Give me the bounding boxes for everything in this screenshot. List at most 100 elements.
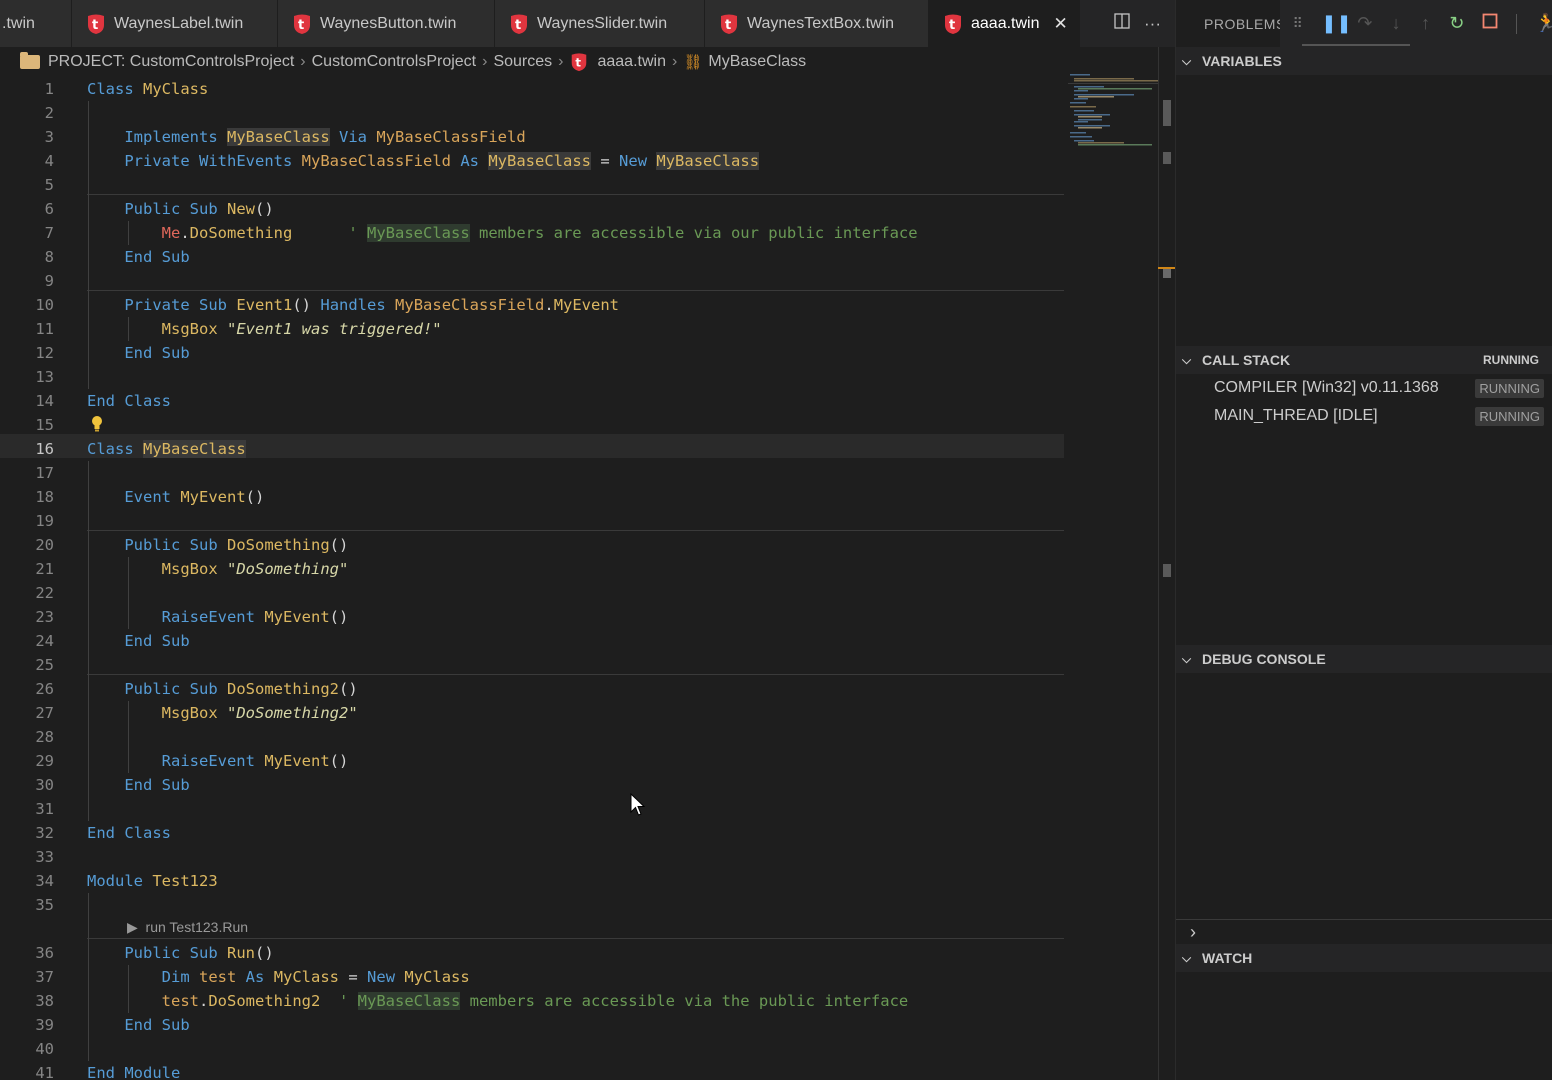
- breadcrumb-folder[interactable]: CustomControlsProject: [312, 53, 477, 71]
- watch-header[interactable]: ⌵ WATCH: [1176, 944, 1552, 972]
- restart-icon[interactable]: ↻: [1449, 13, 1464, 34]
- code-line: 26 Public Sub DoSomething2(): [35, 680, 358, 698]
- editor-tabs: .twin t WaynesLabel.twin t WaynesButton.…: [0, 0, 1175, 47]
- tab-waynesbutton[interactable]: t WaynesButton.twin: [278, 0, 495, 47]
- debug-side-panel: PROBLEMS ⠿ ❚❚ ↷ ↓ ↑ ↻ 🏃 ⌵ VARIABLES ⌵ CA…: [1175, 0, 1552, 1080]
- code-line: 16 Class MyBaseClass: [35, 440, 246, 458]
- breadcrumb-sources[interactable]: Sources: [493, 53, 552, 71]
- chevron-down-icon: ⌵: [1182, 53, 1192, 68]
- breadcrumb-project[interactable]: PROJECT: CustomControlsProject: [48, 53, 294, 71]
- watch-label: WATCH: [1202, 950, 1253, 966]
- twin-file-icon: t: [569, 52, 589, 72]
- mouse-pointer-icon: [630, 793, 646, 816]
- run-person-icon[interactable]: 🏃: [1535, 13, 1552, 34]
- code-line: 40: [35, 1040, 54, 1058]
- code-line: 20 Public Sub DoSomething(): [35, 536, 349, 554]
- scrollbar-cursor-marker: [1158, 267, 1175, 269]
- stop-icon[interactable]: [1482, 13, 1498, 34]
- twin-file-icon: t: [719, 13, 739, 35]
- step-into-icon[interactable]: ↓: [1390, 13, 1401, 34]
- split-editor-icon[interactable]: [1114, 13, 1130, 34]
- code-line: 7 Me.DoSomething ' MyBaseClass members a…: [44, 224, 918, 242]
- code-line: 32 End Class: [35, 824, 172, 842]
- tab-waynestextbox[interactable]: t WaynesTextBox.twin: [705, 0, 929, 47]
- toolbar-divider: [1516, 13, 1517, 34]
- tab-label: WaynesLabel.twin: [114, 14, 244, 32]
- code-line: 22: [35, 584, 54, 602]
- call-stack-item[interactable]: MAIN_THREAD [IDLE] RUNNING: [1214, 402, 1544, 430]
- status-badge: RUNNING: [1475, 378, 1544, 398]
- code-line: 29 RaiseEvent MyEvent(): [35, 752, 349, 770]
- code-line: 39 End Sub: [35, 1016, 190, 1034]
- code-line: 14 End Class: [35, 392, 172, 410]
- scrollbar-marker: [1163, 152, 1171, 164]
- code-line: 12 End Sub: [35, 344, 190, 362]
- tab-label: WaynesTextBox.twin: [747, 14, 895, 32]
- code-line: 6 Public Sub New(): [44, 200, 274, 218]
- call-stack-item-name: MAIN_THREAD [IDLE]: [1214, 407, 1378, 424]
- scrollbar-thumb[interactable]: [1163, 100, 1171, 126]
- step-out-icon[interactable]: ↑: [1420, 13, 1431, 34]
- step-over-icon[interactable]: ↷: [1357, 13, 1372, 34]
- chevron-down-icon: ⌵: [1182, 950, 1192, 965]
- tab-aaaa[interactable]: t aaaa.twin ✕: [929, 0, 1080, 47]
- call-stack-item[interactable]: COMPILER [Win32] v0.11.1368 RUNNING: [1214, 374, 1544, 402]
- tab-waynesslider[interactable]: t WaynesSlider.twin: [495, 0, 705, 47]
- code-line: 18 Event MyEvent(): [35, 488, 265, 506]
- drag-handle-icon[interactable]: ⠿: [1292, 15, 1303, 32]
- code-line: 9: [44, 272, 54, 290]
- svg-text:t: t: [515, 18, 521, 33]
- breadcrumb-symbol[interactable]: MyBaseClass: [708, 53, 806, 71]
- breadcrumb-file[interactable]: aaaa.twin: [597, 53, 666, 71]
- code-line: 34 Module Test123: [35, 872, 218, 890]
- code-line: 17: [35, 464, 54, 482]
- svg-text:t: t: [298, 18, 304, 33]
- code-line: 23 RaiseEvent MyEvent(): [35, 608, 349, 626]
- code-line: 3 Implements MyBaseClass Via MyBaseClass…: [44, 128, 526, 146]
- chevron-right-icon[interactable]: ›: [1190, 922, 1196, 943]
- chevron-right-icon: ›: [482, 53, 488, 70]
- tab-label: WaynesButton.twin: [320, 14, 457, 32]
- code-line: 27 MsgBox "DoSomething2": [35, 704, 358, 722]
- minimap[interactable]: [1068, 70, 1158, 150]
- debug-console-header[interactable]: ⌵ DEBUG CONSOLE: [1176, 645, 1552, 673]
- variables-header[interactable]: ⌵ VARIABLES: [1176, 47, 1552, 75]
- code-line: 5: [44, 176, 54, 194]
- chevron-right-icon: ›: [558, 53, 564, 70]
- code-line: 25: [35, 656, 54, 674]
- pause-icon[interactable]: ❚❚: [1321, 13, 1351, 34]
- close-icon[interactable]: ✕: [1054, 14, 1068, 34]
- lightbulb-icon[interactable]: [90, 415, 104, 433]
- chevron-right-icon: ›: [300, 53, 306, 70]
- code-line: 35: [35, 896, 54, 914]
- more-actions-icon[interactable]: ···: [1144, 14, 1161, 34]
- code-line: 4 Private WithEvents MyBaseClassField As…: [44, 152, 760, 170]
- call-stack-status: RUNNING: [1483, 353, 1539, 367]
- scrollbar-marker: [1163, 564, 1171, 577]
- tab-wayneslabel[interactable]: t WaynesLabel.twin: [72, 0, 278, 47]
- code-line: 2: [44, 104, 54, 122]
- call-stack-item-name: COMPILER [Win32] v0.11.1368: [1214, 379, 1439, 396]
- debug-toolbar: ⠿ ❚❚ ↷ ↓ ↑ ↻ 🏃: [1280, 0, 1552, 47]
- codelens-run[interactable]: ▶ run Test123.Run: [127, 919, 248, 936]
- code-line: 41 End Module: [35, 1064, 181, 1080]
- tab-twin-partial[interactable]: .twin: [0, 0, 72, 47]
- tab-actions: ···: [1114, 0, 1175, 47]
- breadcrumb: PROJECT: CustomControlsProject › CustomC…: [0, 47, 1160, 77]
- twin-file-icon: t: [292, 13, 312, 35]
- code-line: 1 Class MyClass: [44, 80, 209, 98]
- code-line: 8 End Sub: [44, 248, 190, 266]
- code-line: 31: [35, 800, 54, 818]
- problems-tab[interactable]: PROBLEMS: [1204, 16, 1286, 32]
- code-line: 11 MsgBox "Event1 was triggered!": [35, 320, 442, 338]
- code-line: 15: [35, 416, 54, 434]
- code-editor[interactable]: 1 Class MyClass 2 3 Implements MyBaseClas…: [0, 77, 1064, 1080]
- svg-text:t: t: [725, 18, 731, 33]
- call-stack-header[interactable]: ⌵ CALL STACK RUNNING: [1176, 346, 1552, 374]
- svg-text:t: t: [949, 18, 955, 33]
- code-line: 19: [35, 512, 54, 530]
- scrollbar-marker: [1163, 268, 1171, 278]
- codelens-label: run Test123.Run: [145, 919, 249, 935]
- code-line: 37 Dim test As MyClass = New MyClass: [35, 968, 470, 986]
- twin-file-icon: t: [86, 13, 106, 35]
